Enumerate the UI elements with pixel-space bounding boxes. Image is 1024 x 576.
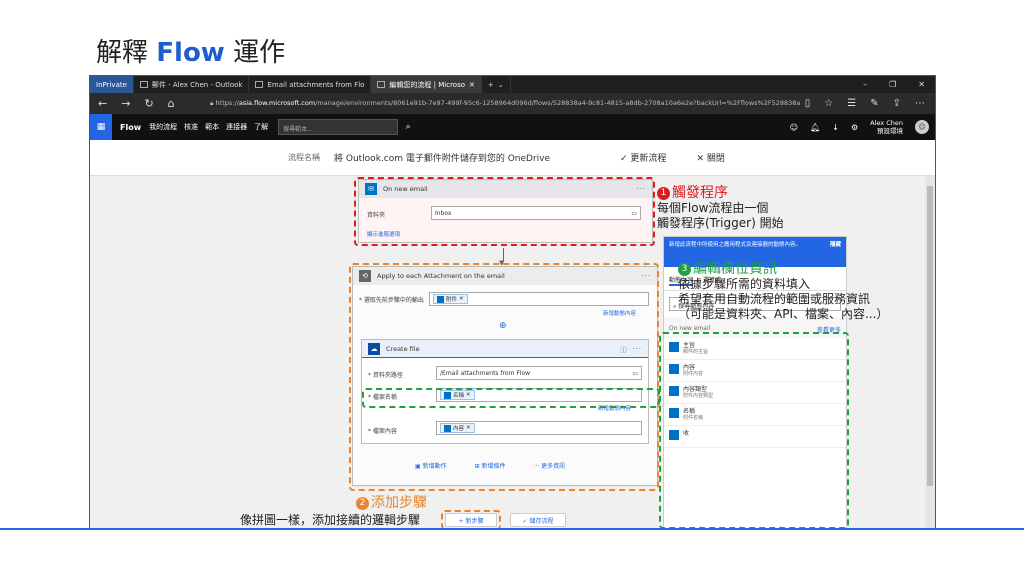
menu-my-flows[interactable]: 我的流程 — [149, 122, 177, 132]
more-icon[interactable]: ⋯ — [915, 98, 925, 109]
title-brand: Flow — [156, 38, 225, 68]
flow-menu: 我的流程 核准 範本 連接器 了解 — [149, 122, 268, 132]
annotation-heading: 編輯欄位資訊 — [693, 261, 777, 277]
share-icon[interactable]: ⇪ — [893, 98, 901, 109]
avatar[interactable]: ☺ — [915, 120, 929, 134]
step-number-badge: 1 — [657, 187, 670, 200]
minimize-icon[interactable]: – — [863, 80, 867, 89]
update-flow-button[interactable]: ✓ 更新流程 — [620, 151, 666, 164]
tab-outlook[interactable]: 郵件 - Alex Chen - Outlook — [134, 76, 250, 93]
tab-onedrive[interactable]: Email attachments from Flo — [249, 76, 372, 93]
pen-icon[interactable]: ✎ — [870, 98, 878, 109]
template-search-input[interactable]: 搜尋範本... — [278, 119, 399, 135]
annotation-edit-fields: 3 編輯欄位資訊 依據步驟所需的資料填入 希望套用自動流程的範圍或服務資訊 （可能… — [678, 262, 888, 322]
title-prefix: 解釋 — [96, 38, 157, 68]
menu-templates[interactable]: 範本 — [205, 122, 219, 132]
flow-name-bar: 流程名稱 將 Outlook.com 電子郵件附件儲存到您的 OneDrive … — [90, 140, 935, 176]
user-info[interactable]: Alex Chen 預設環境 — [870, 119, 903, 135]
user-environment: 預設環境 — [877, 127, 903, 135]
url-host: asia.flow.microsoft.com — [238, 99, 316, 107]
slide: 解釋 Flow 運作 InPrivate 郵件 - Alex Chen - Ou… — [0, 0, 1024, 576]
annotation-add-step-text: 像拼圖一樣，添加接續的邏輯步驟 — [240, 513, 420, 528]
close-icon[interactable]: ✕ — [918, 80, 925, 89]
smiley-icon[interactable]: ☺ — [790, 123, 798, 132]
dynamic-panel-highlight — [659, 332, 849, 529]
save-flow-label: ✓ 儲存流程 — [522, 517, 554, 525]
annotation-text: 希望套用自動流程的範圍或服務資訊 — [678, 292, 871, 306]
dynamic-panel-description: 新增此流程中所使用之應用程式及連接器的動態內容。 — [669, 242, 802, 248]
url-field[interactable]: 🔒︎ https://asia.flow.microsoft.com/manag… — [210, 99, 800, 108]
restore-icon[interactable]: ❐ — [889, 80, 896, 89]
page-icon — [255, 81, 264, 88]
slide-title: 解釋 Flow 運作 — [96, 32, 285, 69]
new-tab-button[interactable]: + ⌄ — [482, 76, 511, 93]
window-controls: – ❐ ✕ — [863, 80, 935, 89]
loop-highlight — [349, 263, 659, 491]
favorite-star-icon[interactable]: ☆ — [824, 98, 833, 109]
annotation-text: 觸發程序(Trigger) 開始 — [657, 216, 784, 230]
menu-approvals[interactable]: 核准 — [184, 122, 198, 132]
back-icon[interactable]: ← — [98, 97, 107, 110]
address-bar: ← → ↻ ⌂ 🔒︎ https://asia.flow.microsoft.c… — [90, 93, 935, 114]
save-flow-button[interactable]: ✓ 儲存流程 — [510, 513, 566, 527]
new-step-highlight — [441, 510, 501, 529]
chevron-down-icon[interactable]: ⌄ — [498, 81, 504, 89]
annotation-trigger-title: 1 觸發程序 — [657, 186, 784, 201]
file-name-highlight — [362, 388, 660, 408]
close-tab-icon[interactable]: ✕ — [469, 81, 475, 89]
tab-label: 編輯您的流程 | Microso — [389, 80, 465, 89]
annotation-text: 依據步驟所需的資料填入 — [678, 277, 811, 291]
tab-inprivate[interactable]: InPrivate — [90, 76, 134, 93]
favorites-hub-icon[interactable]: ☰ — [847, 98, 856, 109]
annotation-heading: 添加步驟 — [371, 495, 427, 511]
user-name: Alex Chen — [870, 119, 903, 127]
gear-icon[interactable]: ⚙ — [851, 123, 858, 132]
step-number-badge: 2 — [356, 497, 369, 510]
menu-connectors[interactable]: 連接器 — [226, 122, 247, 132]
annotation-text: 像拼圖一樣，添加接續的邏輯步驟 — [240, 513, 421, 527]
app-launcher-icon[interactable]: ▦ — [90, 114, 112, 140]
annotation-add-step: 2 添加步驟 — [356, 496, 427, 511]
bell-icon[interactable]: 🔔︎ — [810, 123, 820, 132]
annotation-text: （可能是資料夾、API、檔案、內容...） — [678, 307, 889, 321]
flow-name-label: 流程名稱 — [288, 153, 320, 162]
download-icon[interactable]: ↓ — [832, 123, 839, 132]
plus-icon: + — [487, 80, 494, 89]
url-scheme: https:// — [215, 99, 239, 107]
refresh-icon[interactable]: ↻ — [144, 97, 153, 110]
annotation-trigger: 1 觸發程序 每個Flow流程由一個 觸發程序(Trigger) 開始 — [657, 186, 784, 231]
home-icon[interactable]: ⌂ — [168, 97, 175, 110]
hide-button[interactable]: 隱藏 — [830, 242, 841, 262]
header-tools: ☺ 🔔︎ ↓ ⚙ Alex Chen 預設環境 ☺ — [790, 119, 935, 135]
flow-name[interactable]: 將 Outlook.com 電子郵件附件儲存到您的 OneDrive — [334, 151, 550, 164]
reading-view-icon[interactable]: ▯ — [805, 98, 811, 109]
scrollbar-thumb[interactable] — [927, 186, 933, 486]
step-number-badge: 3 — [678, 263, 691, 276]
flow-brand[interactable]: Flow — [120, 123, 141, 132]
slide-divider — [0, 528, 1024, 530]
annotation-edit-title: 3 編輯欄位資訊 — [678, 262, 888, 277]
annotation-heading: 觸發程序 — [672, 185, 728, 201]
nav-buttons: ← → ↻ ⌂ — [90, 97, 210, 110]
annotation-text: 每個Flow流程由一個 — [657, 201, 769, 215]
trigger-highlight — [354, 177, 655, 246]
menu-learn[interactable]: 了解 — [254, 122, 268, 132]
tab-label: InPrivate — [96, 80, 127, 89]
browser-tab-bar: InPrivate 郵件 - Alex Chen - Outlook Email… — [90, 76, 935, 93]
search-icon[interactable]: ⌕ — [400, 122, 416, 132]
title-suffix: 運作 — [224, 38, 286, 68]
tab-flow-editor[interactable]: 編輯您的流程 | Microso ✕ — [371, 76, 482, 93]
forward-icon[interactable]: → — [121, 97, 130, 110]
tab-label: Email attachments from Flo — [267, 80, 365, 89]
page-icon — [377, 81, 386, 88]
tab-label: 郵件 - Alex Chen - Outlook — [151, 80, 243, 89]
close-button[interactable]: ✕ 關閉 — [696, 151, 724, 164]
scrollbar[interactable] — [925, 176, 935, 529]
flow-header: ▦ Flow 我的流程 核准 範本 連接器 了解 搜尋範本... ⌕ ☺ 🔔︎ … — [90, 114, 935, 140]
browser-tools: ▯ ☆ ☰ ✎ ⇪ ⋯ — [805, 98, 935, 109]
page-icon — [139, 81, 148, 88]
url-path: /manage/environments/8061e91b-7e97-499f-… — [315, 99, 800, 107]
